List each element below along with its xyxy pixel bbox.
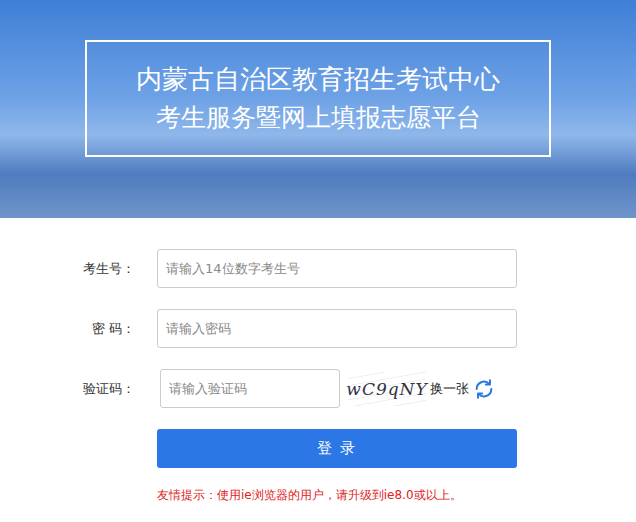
field-label: 考生号： <box>0 260 157 278</box>
banner: 内蒙古自治区教育招生考试中心考生服务暨网上填报志愿平台 <box>0 0 636 218</box>
refresh-captcha-link[interactable]: 换一张 <box>430 380 469 398</box>
field-label: 密 码： <box>0 320 157 338</box>
form-row: 密 码： <box>0 309 636 348</box>
banner-subtitle: 考生服务暨网上填报志愿平台 <box>156 103 481 133</box>
login-form: 考生号： 密 码： 验证码： wC9qNY换一张登 录友情提示：使用ie浏览器的用户，… <box>0 218 636 504</box>
text-field[interactable] <box>157 309 517 348</box>
refresh-icon[interactable] <box>473 378 495 400</box>
captcha-field[interactable] <box>160 369 340 408</box>
banner-title-box: 内蒙古自治区教育招生考试中心考生服务暨网上填报志愿平台 <box>85 40 551 157</box>
banner-title: 内蒙古自治区教育招生考试中心 <box>136 64 500 95</box>
captcha-image[interactable]: wC9qNY <box>348 372 426 406</box>
captcha-row: 验证码： wC9qNY换一张 <box>0 369 636 408</box>
login-page: 内蒙古自治区教育招生考试中心考生服务暨网上填报志愿平台考生号： 密 码： 验证码： w… <box>0 0 636 522</box>
login-button[interactable]: 登 录 <box>157 429 517 468</box>
form-row: 考生号： <box>0 249 636 288</box>
field-label: 验证码： <box>0 380 157 398</box>
hint-text: 友情提示：使用ie浏览器的用户，请升级到ie8.0或以上。 <box>157 487 462 504</box>
text-field[interactable] <box>157 249 517 288</box>
